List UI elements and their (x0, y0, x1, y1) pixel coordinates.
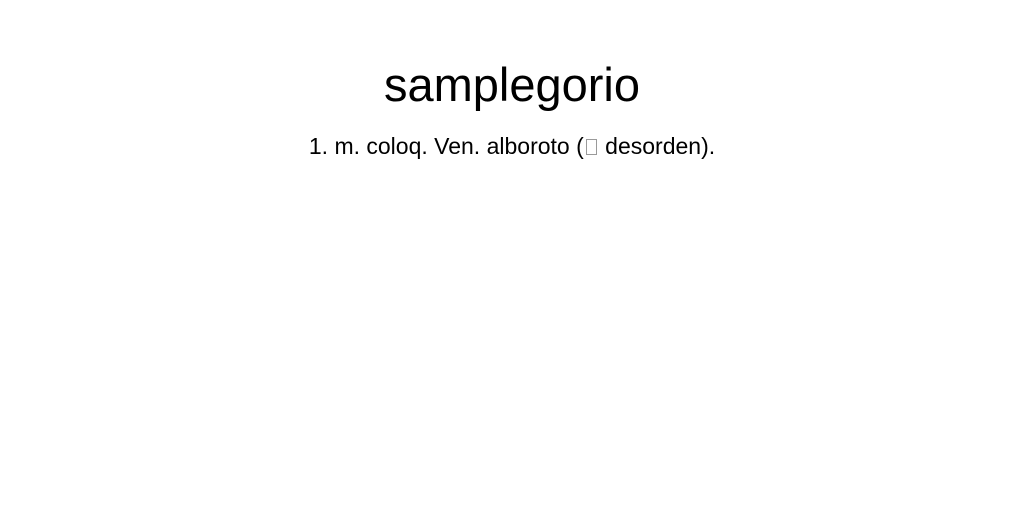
definition-text-start: 1. m. coloq. Ven. alboroto ( (308, 133, 584, 159)
definition: 1. m. coloq. Ven. alboroto ( desorden). (0, 132, 1024, 160)
missing-glyph-icon (585, 139, 597, 155)
headword: samplegorio (383, 58, 641, 111)
definition-text-end: desorden). (598, 133, 716, 159)
